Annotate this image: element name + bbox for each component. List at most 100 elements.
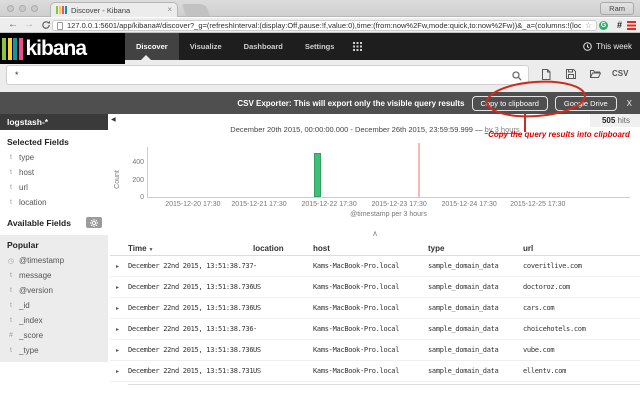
- expand-row-icon[interactable]: ▸: [110, 326, 128, 333]
- browser-profile-button[interactable]: Ram: [600, 2, 634, 15]
- csv-export-button[interactable]: CSV: [612, 69, 628, 78]
- timepicker-label: This week: [596, 42, 632, 51]
- column-header-time[interactable]: Time▼: [128, 244, 253, 253]
- bookmark-star-icon[interactable]: ☆: [585, 22, 592, 30]
- nav-tab-dashboard[interactable]: Dashboard: [233, 33, 294, 60]
- cell-location: US: [253, 346, 313, 354]
- expand-row-icon[interactable]: ▸: [110, 284, 128, 291]
- field-name[interactable]: _id: [19, 301, 30, 310]
- popular-fields-section: Popular ◷ @timestamp t message t @versio…: [0, 235, 108, 362]
- kibana-logo[interactable]: kibana: [0, 33, 125, 64]
- column-header-url[interactable]: url: [523, 244, 640, 253]
- table-row[interactable]: ▸ December 22nd 2015, 13:51:38.736 US Ka…: [110, 277, 640, 298]
- field-name[interactable]: location: [19, 198, 47, 207]
- close-window-button[interactable]: [7, 5, 14, 12]
- back-icon[interactable]: ←: [8, 20, 18, 30]
- hash-extension-icon[interactable]: #: [617, 21, 622, 30]
- forward-icon[interactable]: →: [24, 20, 34, 30]
- apps-grid-icon[interactable]: [345, 33, 370, 60]
- sidebar-field-item[interactable]: t message: [0, 268, 108, 283]
- query-input[interactable]: [7, 66, 528, 84]
- sidebar-field-item[interactable]: t host: [0, 165, 108, 180]
- kibana-logo-stripes-icon: [2, 38, 23, 60]
- sidebar-field-item[interactable]: t @version: [0, 283, 108, 298]
- nav-tab-discover[interactable]: Discover: [125, 33, 179, 60]
- sidebar-field-item[interactable]: t url: [0, 180, 108, 195]
- field-type-icon: ◷: [8, 257, 14, 265]
- new-search-icon[interactable]: [541, 69, 551, 80]
- y-axis-tick: 0: [122, 194, 144, 201]
- nav-tab-settings[interactable]: Settings: [294, 33, 346, 60]
- nav-tab-visualize[interactable]: Visualize: [179, 33, 233, 60]
- y-axis-label: Count: [114, 170, 121, 189]
- field-name[interactable]: _score: [19, 331, 43, 340]
- sidebar-field-item[interactable]: ◷ @timestamp: [0, 253, 108, 268]
- kibana-nav: Discover Visualize Dashboard Settings: [125, 33, 370, 60]
- discover-app: ◀ logstash-* Selected Fields t type t ho…: [0, 114, 640, 400]
- sidebar-field-item[interactable]: t _type: [0, 343, 108, 358]
- field-name[interactable]: message: [19, 271, 51, 280]
- cell-type: sample_domain_data: [428, 262, 523, 270]
- sidebar-field-item[interactable]: t _id: [0, 298, 108, 313]
- field-name[interactable]: _index: [19, 316, 43, 325]
- column-header-host[interactable]: host: [313, 244, 428, 253]
- zoom-window-button[interactable]: [31, 5, 38, 12]
- minimize-window-button[interactable]: [19, 5, 26, 12]
- popular-heading: Popular: [0, 235, 108, 253]
- google-drive-button[interactable]: Google Drive: [555, 96, 617, 111]
- cell-type: sample_domain_data: [428, 304, 523, 312]
- browser-tab[interactable]: Discover - Kibana ×: [50, 2, 178, 17]
- copy-to-clipboard-button[interactable]: Copy to clipboard: [472, 96, 548, 111]
- y-axis-tick: 200: [122, 177, 144, 184]
- annotation-text: Copy the query results into clipboard: [478, 130, 640, 139]
- field-type-icon: t: [8, 287, 14, 294]
- index-pattern-selector[interactable]: logstash-*: [0, 114, 108, 130]
- sidebar-field-item[interactable]: t _index: [0, 313, 108, 328]
- tab-close-icon[interactable]: ×: [167, 6, 172, 14]
- cell-url: ellentv.com: [523, 367, 640, 375]
- cell-url: cars.com: [523, 304, 640, 312]
- reload-icon[interactable]: [41, 20, 51, 30]
- expand-row-icon[interactable]: ▸: [110, 347, 128, 354]
- column-header-type[interactable]: type: [428, 244, 523, 253]
- sidebar-field-item[interactable]: # _score: [0, 328, 108, 343]
- sidebar-field-item[interactable]: t type: [0, 150, 108, 165]
- table-row[interactable]: ▸ December 22nd 2015, 13:51:38.736 - Kam…: [110, 319, 640, 340]
- new-tab-button[interactable]: [182, 4, 210, 16]
- timepicker-button[interactable]: This week: [583, 33, 632, 60]
- search-icon[interactable]: [512, 71, 522, 81]
- cell-time: December 22nd 2015, 13:51:38.736: [128, 304, 253, 312]
- cell-time: December 22nd 2015, 13:51:38.736: [128, 283, 253, 291]
- field-name[interactable]: host: [19, 168, 34, 177]
- notification-close-icon[interactable]: X: [624, 99, 635, 108]
- field-name[interactable]: url: [19, 183, 28, 192]
- table-row[interactable]: ▸ December 22nd 2015, 13:51:38.736 US Ka…: [110, 298, 640, 319]
- field-name[interactable]: @version: [19, 286, 53, 295]
- grammarly-extension-icon[interactable]: G: [599, 21, 608, 30]
- table-row[interactable]: ▸ December 22nd 2015, 13:51:38.731 US Ka…: [110, 361, 640, 382]
- collapse-histogram-icon[interactable]: ∧: [110, 230, 640, 238]
- url-text[interactable]: 127.0.0.1:5601/app/kibana#/discover?_g=(…: [67, 21, 581, 30]
- window-controls[interactable]: [7, 5, 38, 12]
- column-header-location[interactable]: location: [253, 244, 313, 253]
- field-name[interactable]: _type: [19, 346, 39, 355]
- field-name[interactable]: type: [19, 153, 34, 162]
- expand-row-icon[interactable]: ▸: [110, 263, 128, 270]
- table-row[interactable]: ▸ December 22nd 2015, 13:51:38.737 - Kam…: [110, 256, 640, 277]
- histogram-bar[interactable]: [314, 153, 321, 197]
- expand-row-icon[interactable]: ▸: [110, 305, 128, 312]
- field-name[interactable]: @timestamp: [19, 256, 64, 265]
- cell-time: December 22nd 2015, 13:51:38.736: [128, 325, 253, 333]
- table-row[interactable]: ▸ December 22nd 2015, 13:51:38.736 US Ka…: [110, 340, 640, 361]
- sidebar-field-item[interactable]: t location: [0, 195, 108, 210]
- page-icon: [57, 22, 63, 30]
- expand-row-icon[interactable]: ▸: [110, 368, 128, 375]
- field-settings-button[interactable]: [86, 217, 102, 228]
- url-bar[interactable]: 127.0.0.1:5601/app/kibana#/discover?_g=(…: [52, 20, 597, 31]
- menu-extension-icon[interactable]: [627, 21, 636, 30]
- save-search-icon[interactable]: [566, 69, 576, 79]
- cell-location: US: [253, 304, 313, 312]
- open-search-icon[interactable]: [590, 69, 601, 78]
- x-axis-label: @timestamp per 3 hours: [147, 211, 630, 218]
- cell-host: Kams-MacBook-Pro.local: [313, 325, 428, 333]
